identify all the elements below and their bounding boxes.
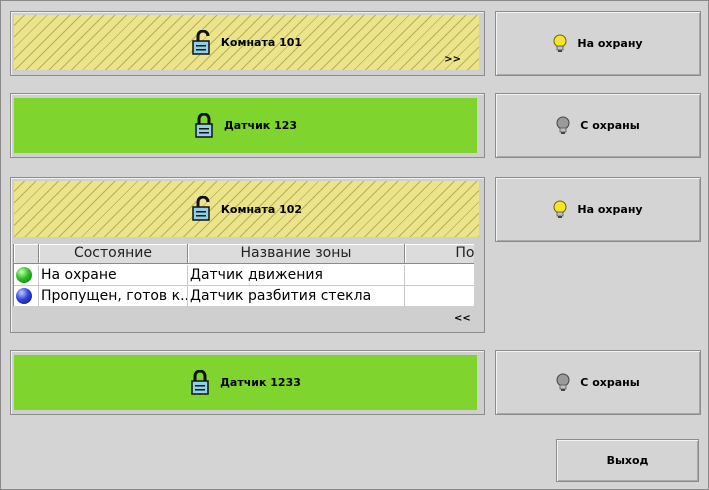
table-row[interactable]: На охране Датчик движения — [14, 265, 474, 286]
closed-padlock-icon — [190, 369, 212, 396]
zone-title: Датчик 1233 — [220, 376, 301, 389]
disarm-button-sensor-1233[interactable]: С охраны — [495, 350, 701, 415]
room-cell — [405, 265, 474, 285]
zone-sensors-table: Состояние Название зоны Пом На охране Да… — [13, 244, 474, 306]
column-header-zone-name[interactable]: Название зоны — [188, 244, 405, 263]
status-cell — [14, 265, 39, 285]
column-header-state[interactable]: Состояние — [39, 244, 188, 263]
closed-padlock-icon — [194, 112, 216, 139]
unlit-lightbulb-icon — [556, 373, 570, 393]
expand-zone-button[interactable]: >> — [444, 54, 461, 65]
table-row[interactable]: Пропущен, готов к... Датчик разбития сте… — [14, 286, 474, 306]
column-header-icon[interactable] — [14, 244, 39, 263]
zone-sensor-1233[interactable]: Датчик 1233 — [14, 355, 477, 410]
open-padlock-icon — [191, 196, 213, 222]
status-ball-icon — [16, 288, 32, 304]
collapse-zone-button[interactable]: << — [454, 313, 471, 324]
zone-title: Комната 101 — [220, 36, 303, 49]
room-cell — [405, 286, 474, 306]
arm-button-room-101[interactable]: На охрану — [495, 11, 701, 76]
disarm-button-label: С охраны — [580, 119, 640, 132]
zone-title: Комната 102 — [220, 202, 303, 216]
zone-room-101[interactable]: Комната 101 >> — [14, 15, 479, 70]
unlit-lightbulb-icon — [556, 116, 570, 136]
lit-lightbulb-icon — [553, 34, 567, 54]
zone-name-cell: Датчик движения — [188, 265, 405, 285]
state-cell: Пропущен, готов к... — [41, 286, 188, 306]
arm-button-label: На охрану — [577, 37, 643, 50]
arm-button-label: На охрану — [577, 203, 643, 216]
state-cell: На охране — [39, 265, 188, 285]
lit-lightbulb-icon — [553, 200, 567, 220]
open-padlock-icon — [191, 29, 213, 56]
arm-button-room-102[interactable]: На охрану — [495, 177, 701, 242]
column-header-room[interactable]: Пом — [405, 244, 474, 263]
zone-sensor-123[interactable]: Датчик 123 — [14, 98, 477, 153]
status-ball-icon — [16, 267, 32, 283]
zone-title: Датчик 123 — [223, 119, 298, 132]
disarm-button-label: С охраны — [580, 376, 640, 389]
status-cell — [14, 286, 39, 306]
zone-room-102[interactable]: Комната 102 — [14, 181, 479, 237]
exit-button-label: Выход — [606, 454, 649, 467]
zone-name-cell: Датчик разбития стекла — [188, 286, 405, 306]
table-header: Состояние Название зоны Пом — [14, 244, 474, 264]
exit-button[interactable]: Выход — [556, 439, 699, 482]
disarm-button-sensor-123[interactable]: С охраны — [495, 93, 701, 158]
